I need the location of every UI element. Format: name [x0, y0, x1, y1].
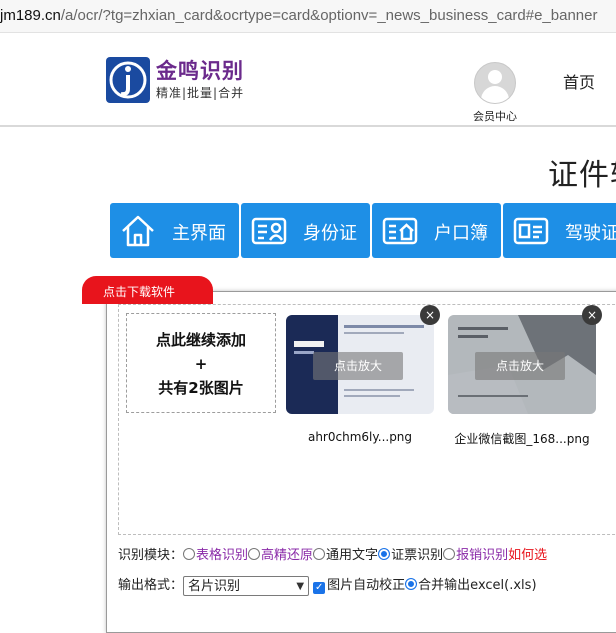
tab-main[interactable]: 主界面 [110, 203, 239, 258]
url-path: /a/ocr/?tg=zhxian_card&ocrtype=card&opti… [60, 7, 598, 24]
add-more-label: 点此继续添加 [155, 331, 246, 349]
upload-panel: 点此继续添加 + 共有2张图片 点击放大 × ahr0chm6ly...png [106, 291, 616, 633]
tab-label: 驾驶证 [565, 223, 616, 244]
download-software-ribbon[interactable]: 点击下载软件 [82, 276, 213, 304]
site-header: 金鸣识别 精准|批量|合并 会员中心 首页 [0, 33, 616, 127]
close-icon[interactable]: × [420, 305, 440, 325]
tab-label: 户口簿 [434, 223, 488, 244]
tab-label: 身份证 [303, 223, 357, 244]
recognition-module-row: 识别模块： 表格识别 高精还原 通用文字 证票识别 报销识别如何选 [118, 544, 547, 563]
logo-title: 金鸣识别 [156, 59, 244, 83]
tab-id-card[interactable]: 身份证 [241, 203, 370, 258]
image-thumbnail[interactable]: 点击放大 [448, 315, 596, 414]
help-link[interactable]: 如何选 [508, 548, 547, 563]
nav-home-link[interactable]: 首页 [563, 69, 595, 93]
driver-license-icon [513, 214, 549, 248]
module-label: 识别模块： [118, 548, 184, 563]
address-bar[interactable]: jm189.cn/a/ocr/?tg=zhxian_card&ocrtype=c… [0, 0, 616, 33]
image-filename: ahr0chm6ly...png [307, 430, 413, 444]
merge-radio[interactable] [405, 578, 418, 590]
radio-certificate[interactable] [378, 548, 391, 560]
logo-tagline: 精准|批量|合并 [156, 86, 245, 100]
radio-hd-restore[interactable] [248, 548, 261, 560]
image-count: 共有2张图片 [158, 379, 244, 397]
radio-reimbursement[interactable] [443, 548, 456, 560]
home-icon [120, 214, 156, 248]
page-title: 证件转 [548, 158, 616, 193]
user-center-label: 会员中心 [473, 110, 517, 123]
auto-correct-label: 图片自动校正 [327, 578, 406, 593]
household-register-icon [382, 214, 418, 248]
add-plus: + [194, 355, 208, 373]
tab-label: 主界面 [172, 223, 226, 244]
auto-correct-checkbox[interactable]: ✓ [313, 582, 326, 594]
image-thumbnail[interactable]: 点击放大 [286, 315, 434, 414]
format-select[interactable]: 名片识别 ▼ [183, 575, 310, 596]
zoom-button[interactable]: 点击放大 [475, 352, 565, 380]
zoom-button[interactable]: 点击放大 [313, 352, 403, 380]
merge-label: 合并输出excel(.xls) [418, 578, 537, 593]
module-certificate: 证票识别 [391, 548, 444, 563]
format-select-value: 名片识别 [188, 578, 241, 594]
radio-general-text[interactable] [313, 548, 326, 560]
image-filename: 企业微信截图_168...png [454, 432, 590, 446]
format-label: 输出格式： [118, 578, 184, 593]
output-format-row: 输出格式： 名片识别 ▼ ✓ 图片自动校正 合并输出excel(.xls) [118, 574, 537, 596]
module-hd-restore-link[interactable]: 高精还原 [261, 548, 313, 563]
id-card-icon [251, 214, 287, 248]
tab-driver-license[interactable]: 驾驶证 [503, 203, 616, 258]
logo-mark-icon [106, 57, 150, 103]
user-center[interactable]: 会员中心 [466, 62, 524, 124]
module-reimbursement-link[interactable]: 报销识别 [456, 548, 508, 563]
image-dropzone[interactable]: 点此继续添加 + 共有2张图片 点击放大 × ahr0chm6ly...png [118, 304, 616, 535]
radio-table[interactable] [183, 548, 196, 560]
avatar [474, 62, 516, 104]
site-logo[interactable]: 金鸣识别 精准|批量|合并 [106, 57, 258, 105]
module-general-text: 通用文字 [326, 548, 379, 563]
close-icon[interactable]: × [582, 305, 602, 325]
download-ribbon-label: 点击下载软件 [103, 285, 176, 299]
chevron-down-icon: ▼ [296, 580, 305, 592]
module-table-link[interactable]: 表格识别 [196, 548, 248, 563]
url-domain: jm189.cn [0, 7, 61, 24]
add-more-images-button[interactable]: 点此继续添加 + 共有2张图片 [126, 313, 276, 413]
tab-household-register[interactable]: 户口簿 [372, 203, 501, 258]
